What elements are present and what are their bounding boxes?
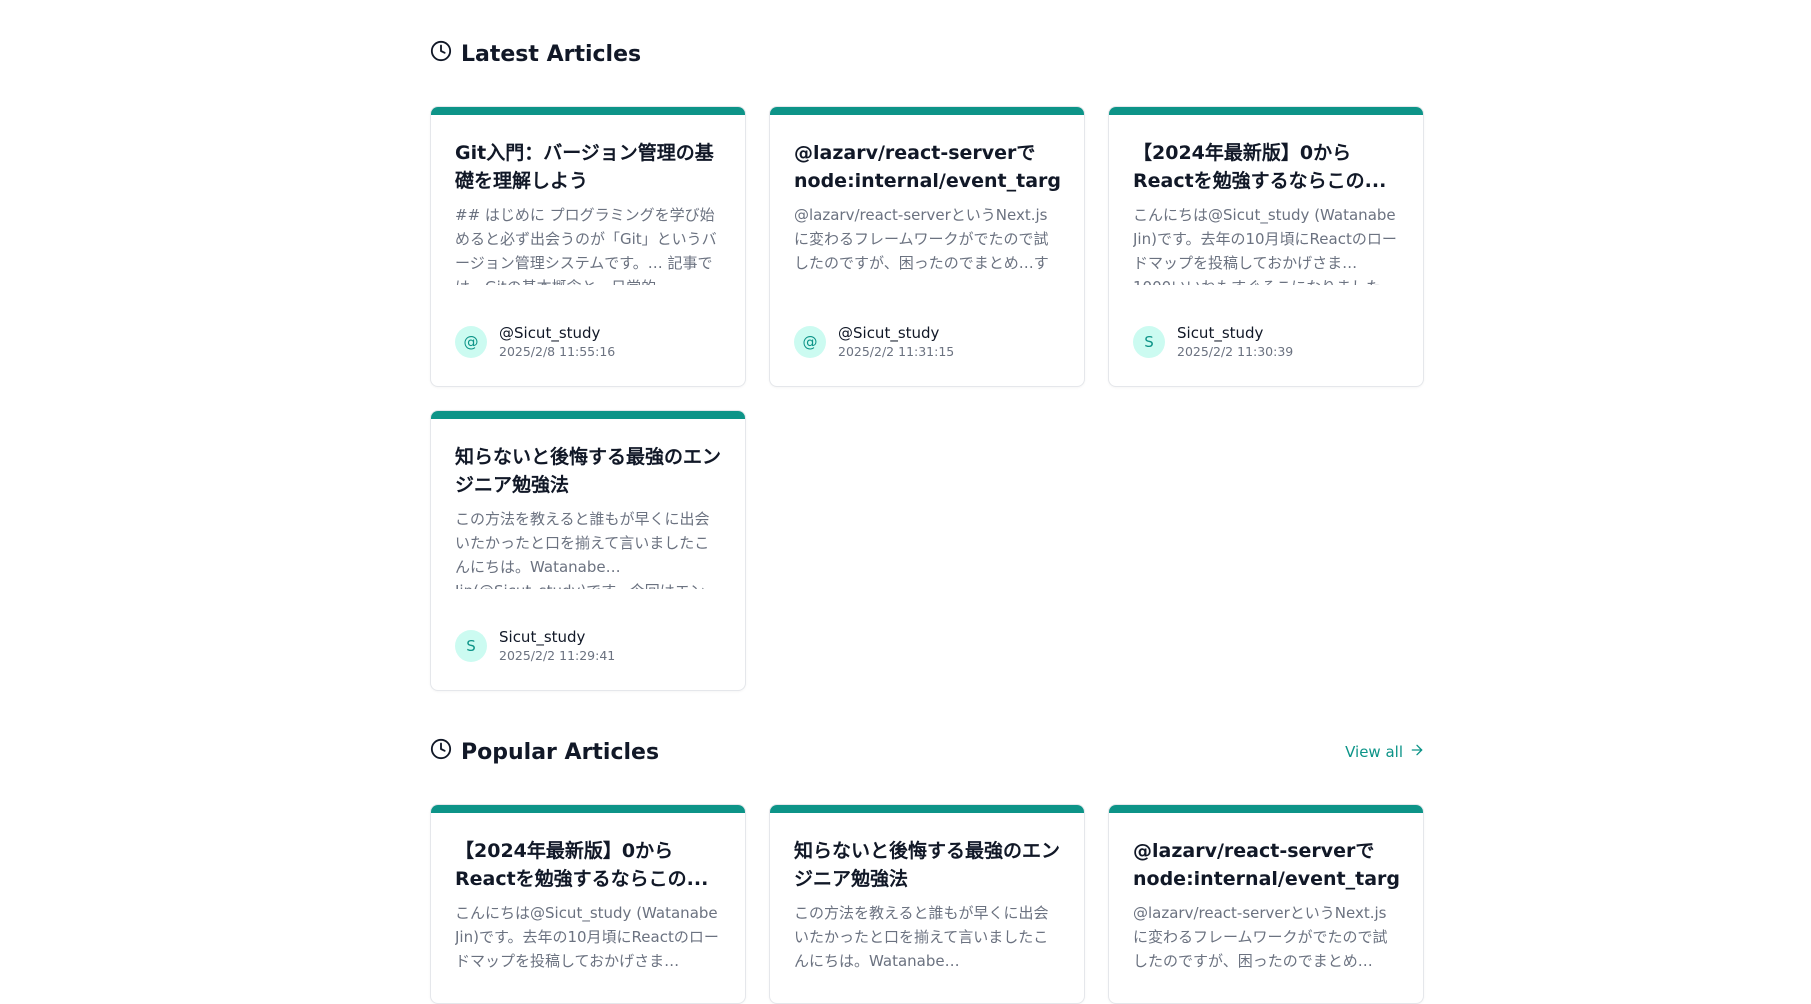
article-title[interactable]: 知らないと後悔する最強のエンジニア勉強法 <box>455 443 721 499</box>
article-excerpt: ## はじめに プログラミングを学び始めると必ず出会うのが「Git」というバージ… <box>455 206 717 285</box>
latest-articles-grid: Git入門：バージョン管理の基礎を理解しよう ## はじめに プログラミングを学… <box>430 106 1425 691</box>
clock-icon <box>430 40 452 68</box>
article-title[interactable]: 知らないと後悔する最強のエンジニア勉強法 <box>794 837 1060 893</box>
article-title[interactable]: @lazarv/react-serverでnode:internal/event… <box>794 139 1060 195</box>
view-all-link[interactable]: View all <box>1345 742 1425 762</box>
article-excerpt: @lazarv/react-serverというNext.jsに変わるフレームワー… <box>794 206 1049 272</box>
article-card[interactable]: 【2024年最新版】0からReactを勉強するならこの... こんにちは@Sic… <box>430 804 746 1004</box>
article-date: 2025/2/2 11:30:39 <box>1177 344 1294 359</box>
article-excerpt: こんにちは@Sicut_study (Watanabe Jin)です。去年の10… <box>1133 206 1397 285</box>
view-all-label[interactable]: View all <box>1345 743 1403 761</box>
article-card[interactable]: 【2024年最新版】0からReactを勉強するならこの... こんにちは@Sic… <box>1108 106 1424 387</box>
article-title[interactable]: Git入門：バージョン管理の基礎を理解しよう <box>455 139 721 195</box>
latest-section-header: Latest Articles <box>430 36 1425 72</box>
article-card[interactable]: @lazarv/react-serverでnode:internal/event… <box>769 106 1085 387</box>
author-name: Sicut_study <box>499 628 586 646</box>
article-excerpt: @lazarv/react-serverというNext.jsに変わるフレームワー… <box>1133 904 1388 970</box>
article-author: S Sicut_study 2025/2/2 11:29:41 <box>455 627 615 665</box>
article-author: @ @Sicut_study 2025/2/2 11:31:15 <box>794 323 954 361</box>
article-title[interactable]: 【2024年最新版】0からReactを勉強するならこの... <box>1133 139 1399 195</box>
article-card[interactable]: Git入門：バージョン管理の基礎を理解しよう ## はじめに プログラミングを学… <box>430 106 746 387</box>
article-excerpt: この方法を教えると誰もが早くに出会いたかったと口を揃えて言いましたこんにちは。W… <box>455 510 710 589</box>
article-title[interactable]: @lazarv/react-serverでnode:internal/event… <box>1133 837 1399 893</box>
article-author: S Sicut_study 2025/2/2 11:30:39 <box>1133 323 1293 361</box>
popular-section-header: Popular Articles View all <box>430 734 1425 770</box>
popular-section-title: Popular Articles <box>430 738 659 766</box>
latest-section-title: Latest Articles <box>430 40 641 68</box>
article-excerpt: こんにちは@Sicut_study (Watanabe Jin)です。去年の10… <box>455 904 719 970</box>
article-card[interactable]: 知らないと後悔する最強のエンジニア勉強法 この方法を教えると誰もが早くに出会いた… <box>430 410 746 691</box>
article-card[interactable]: 知らないと後悔する最強のエンジニア勉強法 この方法を教えると誰もが早くに出会いた… <box>769 804 1085 1004</box>
author-name: @Sicut_study <box>838 324 940 342</box>
article-title[interactable]: 【2024年最新版】0からReactを勉強するならこの... <box>455 837 721 893</box>
article-date: 2025/2/2 11:31:15 <box>838 344 955 359</box>
author-name: @Sicut_study <box>499 324 601 342</box>
avatar: @ <box>794 326 826 358</box>
avatar: S <box>455 630 487 662</box>
latest-title-text: Latest Articles <box>461 41 642 67</box>
avatar: S <box>1133 326 1165 358</box>
article-author: @ @Sicut_study 2025/2/8 11:55:16 <box>455 323 615 361</box>
article-card[interactable]: @lazarv/react-serverでnode:internal/event… <box>1108 804 1424 1004</box>
latest-articles-section: Latest Articles Git入門：バージョン管理の基礎を理解しよう #… <box>430 36 1425 691</box>
popular-title-text: Popular Articles <box>461 739 660 765</box>
article-date: 2025/2/2 11:29:41 <box>499 648 616 663</box>
article-date: 2025/2/8 11:55:16 <box>499 344 616 359</box>
popular-articles-section: Popular Articles View all 【2024年最新版】0からR… <box>430 734 1425 1004</box>
avatar: @ <box>455 326 487 358</box>
article-excerpt: この方法を教えると誰もが早くに出会いたかったと口を揃えて言いましたこんにちは。W… <box>794 904 1049 970</box>
arrow-right-icon[interactable] <box>1409 742 1425 762</box>
clock-icon <box>430 738 452 766</box>
popular-articles-grid: 【2024年最新版】0からReactを勉強するならこの... こんにちは@Sic… <box>430 804 1425 1004</box>
author-name: Sicut_study <box>1177 324 1264 342</box>
